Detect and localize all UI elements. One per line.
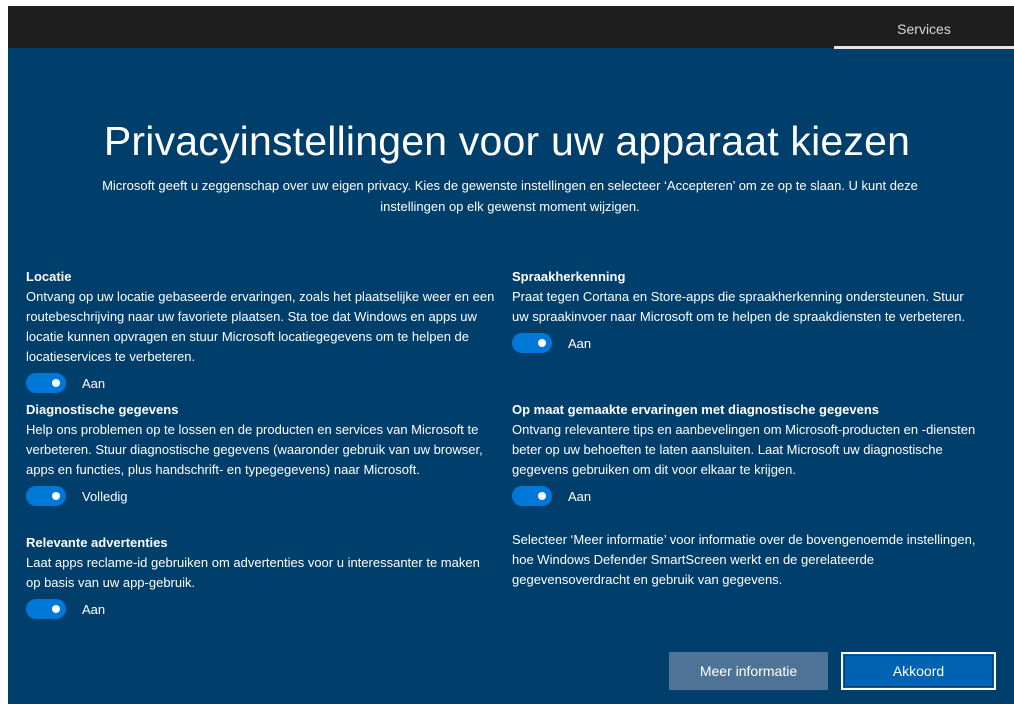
toggle-state-label: Aan xyxy=(82,601,106,617)
location-toggle[interactable] xyxy=(26,373,66,393)
toggle-row: Aan xyxy=(512,486,982,506)
page-subtitle: Microsoft geeft u zeggenschap over uw ei… xyxy=(102,178,918,214)
toggle-row: Aan xyxy=(512,333,982,353)
setting-location: Locatie Ontvang op uw locatie gebaseerde… xyxy=(26,267,496,393)
toggle-row: Volledig xyxy=(26,486,496,506)
setting-tailored: Op maat gemaakte ervaringen met diagnost… xyxy=(512,400,982,506)
setting-title: Locatie xyxy=(26,269,72,284)
top-bar: Services xyxy=(8,6,1014,49)
tailored-toggle[interactable] xyxy=(512,486,552,506)
setting-description: Help ons problemen op te lossen en de pr… xyxy=(26,422,483,477)
diagnostics-toggle[interactable] xyxy=(26,486,66,506)
ads-toggle[interactable] xyxy=(26,599,66,619)
services-tab[interactable]: Services xyxy=(834,6,1014,46)
setting-title: Spraakherkenning xyxy=(512,269,626,284)
toggle-state-label: Aan xyxy=(568,488,592,504)
accept-button[interactable]: Akkoord xyxy=(841,652,996,690)
setting-description: Praat tegen Cortana en Store-apps die sp… xyxy=(512,289,966,324)
setting-description: Ontvang op uw locatie gebaseerde ervarin… xyxy=(26,289,495,364)
page-title: Privacyinstellingen voor uw apparaat kie… xyxy=(103,118,911,164)
toggle-knob xyxy=(538,492,546,500)
toggle-state-label: Volledig xyxy=(82,488,128,504)
info-text: Selecteer ‘Meer informatie’ voor informa… xyxy=(512,532,976,587)
toggle-row: Aan xyxy=(26,599,496,619)
speech-toggle[interactable] xyxy=(512,333,552,353)
toggle-state-label: Aan xyxy=(568,335,592,351)
toggle-knob xyxy=(52,605,60,613)
setting-description: Ontvang relevantere tips en aanbevelinge… xyxy=(512,422,976,477)
setting-description: Laat apps reclame-id gebruiken om advert… xyxy=(26,555,480,590)
toggle-state-label: Aan xyxy=(82,375,106,391)
toggle-knob xyxy=(52,492,60,500)
toggle-knob xyxy=(52,379,60,387)
setting-title: Diagnostische gegevens xyxy=(26,402,179,417)
toggle-knob xyxy=(538,339,546,347)
setting-speech: Spraakherkenning Praat tegen Cortana en … xyxy=(512,267,982,353)
toggle-row: Aan xyxy=(26,373,496,393)
setting-ads: Relevante advertenties Laat apps reclame… xyxy=(26,533,496,619)
setting-title: Op maat gemaakte ervaringen met diagnost… xyxy=(512,402,880,417)
setting-diagnostics: Diagnostische gegevens Help ons probleme… xyxy=(26,400,496,506)
setting-title: Relevante advertenties xyxy=(26,535,168,550)
more-info-button[interactable]: Meer informatie xyxy=(669,652,828,690)
tab-underline xyxy=(834,46,1014,49)
